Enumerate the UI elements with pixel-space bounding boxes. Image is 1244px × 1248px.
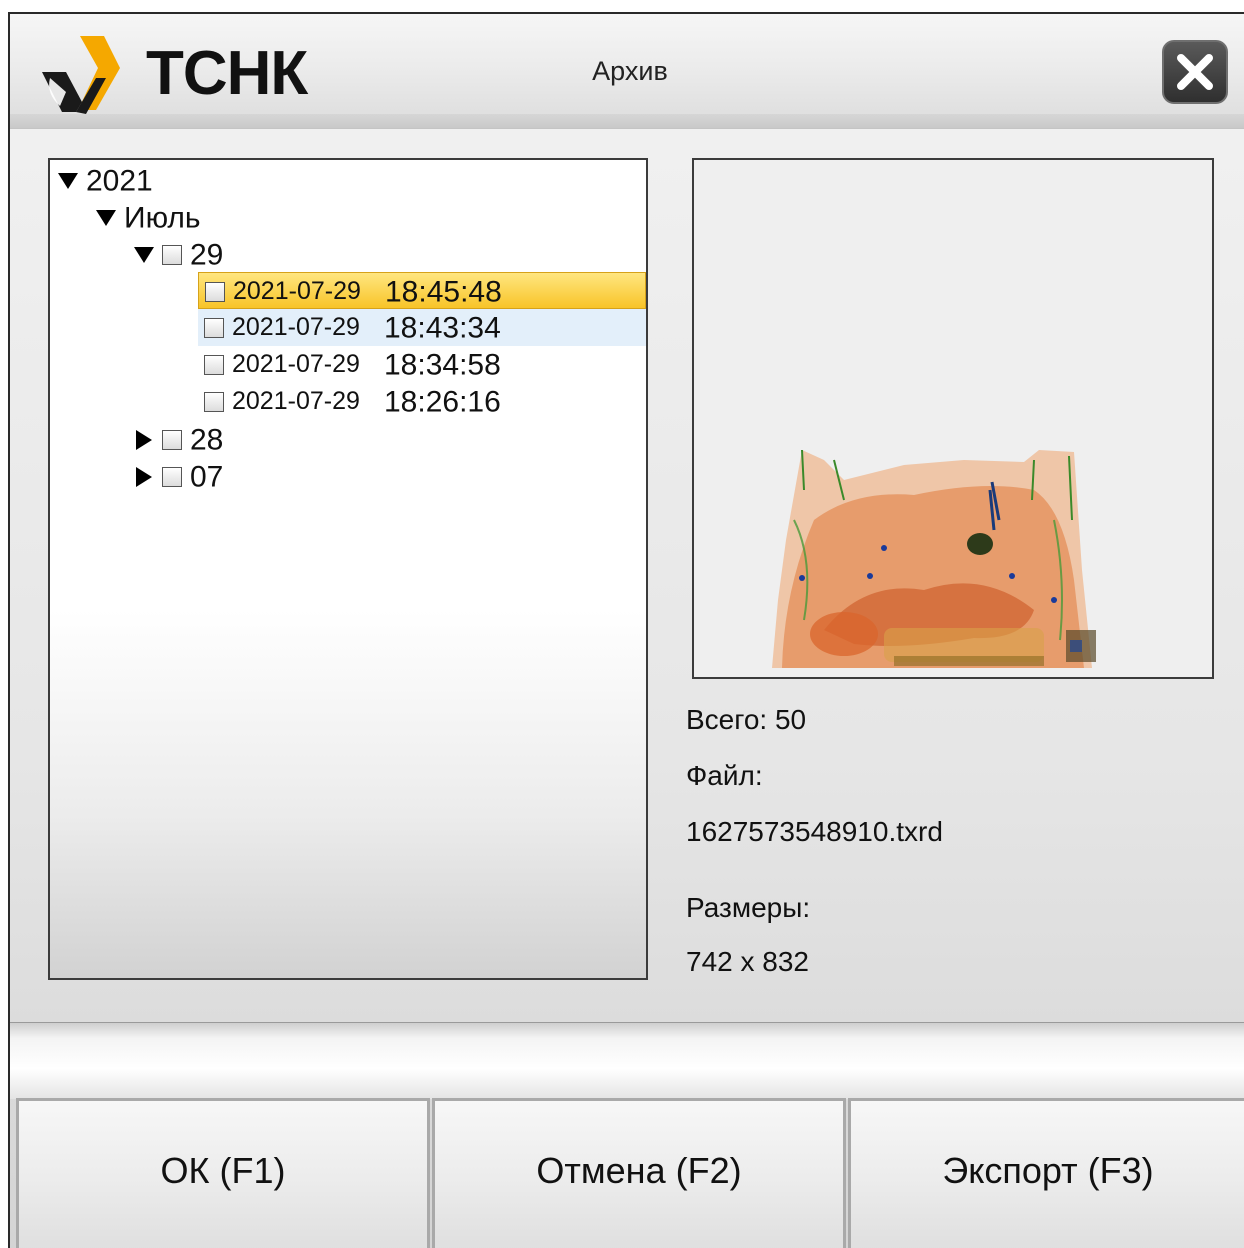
- archive-tree[interactable]: 2021 Июль 29 2021-07-29 18:45:48 2021-07-…: [48, 158, 648, 980]
- file-label: Файл:: [686, 760, 763, 791]
- export-button[interactable]: Экспорт (F3): [848, 1098, 1244, 1248]
- tree-node-month[interactable]: Июль: [96, 199, 201, 236]
- expand-down-icon[interactable]: [134, 246, 154, 263]
- expand-right-icon[interactable]: [136, 429, 152, 450]
- tree-entry[interactable]: 2021-07-29 18:43:34: [198, 309, 646, 346]
- logo-text: ТСНК: [146, 39, 308, 108]
- xray-preview: [692, 158, 1214, 679]
- window-title: Архив: [592, 56, 668, 86]
- size-label: Размеры:: [686, 892, 811, 923]
- expand-right-icon[interactable]: [136, 466, 152, 487]
- status-strip: [10, 1022, 1244, 1099]
- size-value: 742 x 832: [686, 946, 809, 977]
- tsnk-logo-icon: [42, 36, 120, 114]
- tree-entry[interactable]: 2021-07-29 18:45:48: [198, 272, 646, 309]
- entry-checkbox[interactable]: [204, 354, 224, 375]
- cancel-button[interactable]: Отмена (F2): [432, 1098, 846, 1248]
- archive-window: ТСНК Архив 2021 Июль 29 2021-07-29 18:45:…: [8, 12, 1244, 1248]
- day-checkbox[interactable]: [162, 244, 182, 265]
- tree-node-day-29[interactable]: 29: [134, 236, 223, 273]
- file-name: 1627573548910.txrd: [686, 816, 943, 847]
- tree-node-day-28[interactable]: 28: [134, 421, 223, 458]
- tree-entry[interactable]: 2021-07-29 18:26:16: [198, 383, 646, 420]
- expand-down-icon[interactable]: [58, 172, 78, 189]
- tree-node-day-07[interactable]: 07: [134, 458, 223, 495]
- tree-node-year[interactable]: 2021: [58, 162, 153, 199]
- xray-scan-image: [772, 449, 1096, 668]
- close-icon: [1177, 54, 1213, 90]
- entry-checkbox[interactable]: [204, 317, 224, 338]
- total-count: Всего: 50: [686, 704, 807, 735]
- day-checkbox[interactable]: [162, 466, 182, 487]
- day-checkbox[interactable]: [162, 429, 182, 450]
- tree-entry[interactable]: 2021-07-29 18:34:58: [198, 346, 646, 383]
- expand-down-icon[interactable]: [96, 209, 116, 226]
- close-button[interactable]: [1162, 40, 1228, 104]
- entry-checkbox[interactable]: [205, 281, 225, 302]
- ok-button[interactable]: ОК (F1): [16, 1098, 430, 1248]
- app-logo: ТСНК: [36, 32, 308, 116]
- title-bar: ТСНК Архив: [10, 14, 1244, 129]
- entry-checkbox[interactable]: [204, 391, 224, 412]
